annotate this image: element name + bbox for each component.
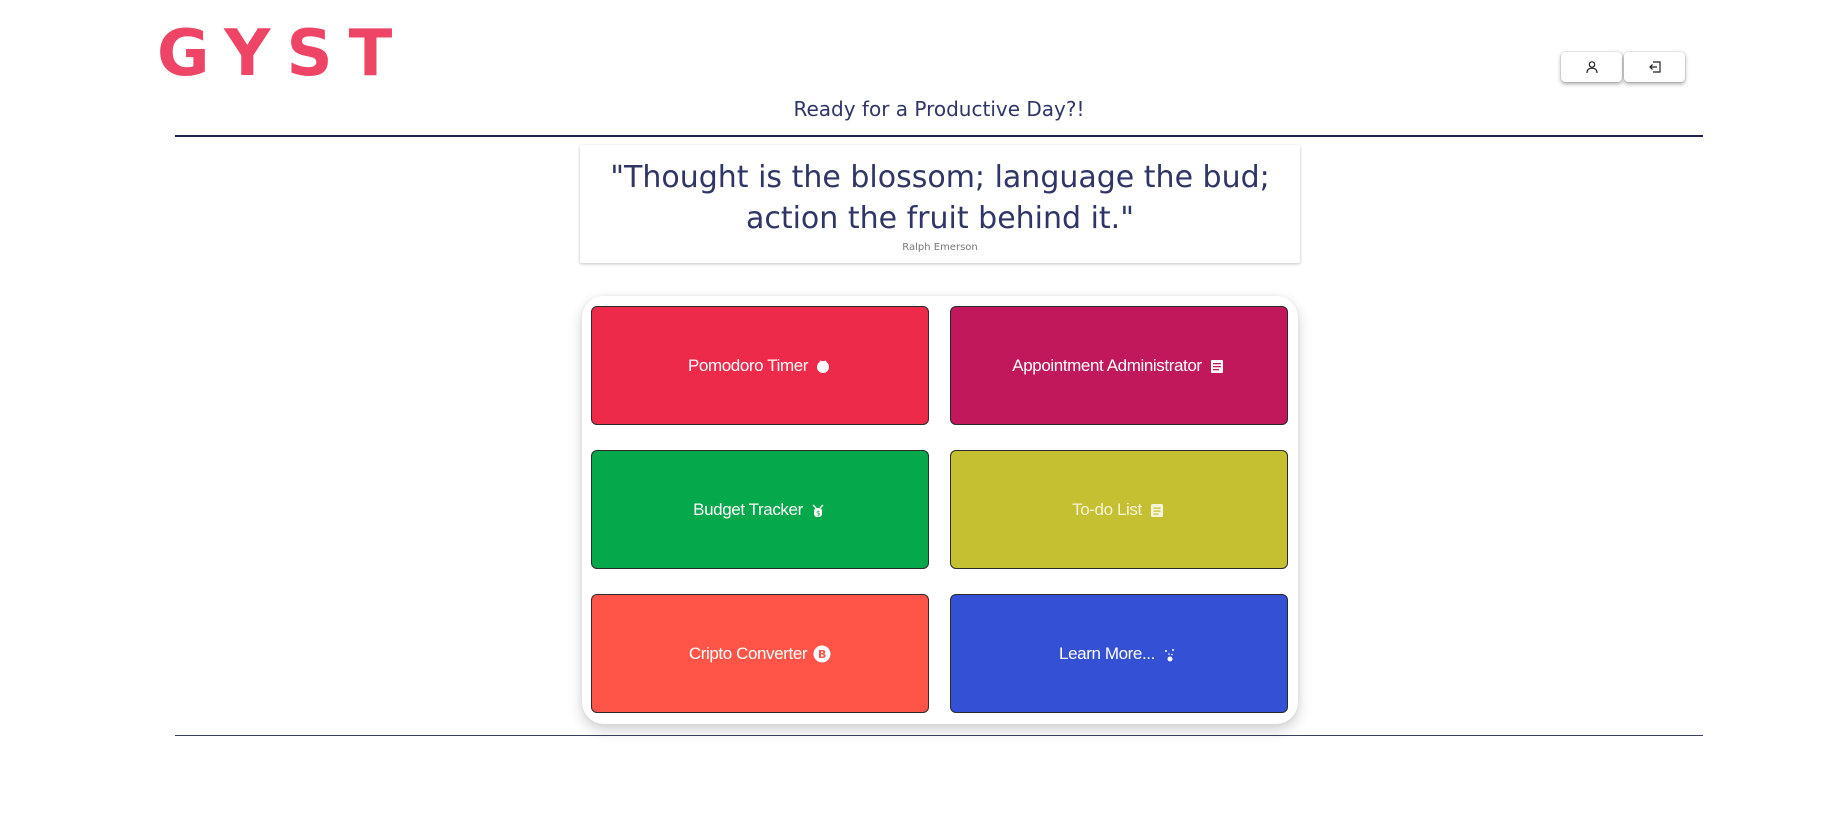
bitcoin-icon: B xyxy=(813,645,831,663)
svg-text:B: B xyxy=(818,648,826,661)
svg-text:$: $ xyxy=(816,509,820,517)
top-actions xyxy=(1561,52,1685,82)
learn-more-tile[interactable]: Learn More... xyxy=(950,594,1288,713)
todo-list-tile[interactable]: To-do List xyxy=(950,450,1288,569)
tile-label: Cripto Converter xyxy=(688,643,808,663)
greeting: Ready for a Productive Day?! xyxy=(793,97,1085,121)
tile-label: Budget Tracker xyxy=(693,499,803,519)
tile-label: Learn More... xyxy=(1059,643,1155,663)
pomodoro-timer-tile[interactable]: Pomodoro Timer xyxy=(591,306,929,425)
profile-button[interactable] xyxy=(1561,52,1622,82)
tile-label: To-do List xyxy=(1072,499,1142,519)
appointment-administrator-tile[interactable]: Appointment Administrator xyxy=(950,306,1288,425)
apps-panel: Pomodoro Timer Appointment Administrator… xyxy=(582,296,1298,724)
logout-icon xyxy=(1648,61,1661,73)
quote-text: "Thought is the blossom; language the bu… xyxy=(610,160,1270,236)
sparkle-icon xyxy=(1161,645,1179,663)
tile-label: Appointment Administrator xyxy=(1012,355,1202,375)
calendar-icon xyxy=(1208,357,1226,375)
money-icon: $ xyxy=(809,501,827,519)
quote-author: Ralph Emerson xyxy=(902,242,978,253)
top-divider xyxy=(175,135,1703,137)
logo[interactable]: GYST xyxy=(157,18,408,90)
budget-tracker-tile[interactable]: Budget Tracker $ xyxy=(591,450,929,569)
bottom-divider xyxy=(175,735,1703,736)
tomato-icon xyxy=(814,357,832,375)
clipboard-icon xyxy=(1148,501,1166,519)
quote-card: "Thought is the blossom; language the bu… xyxy=(580,145,1300,263)
cripto-converter-tile[interactable]: Cripto Converter B xyxy=(591,594,929,713)
logout-button[interactable] xyxy=(1624,52,1685,82)
user-icon xyxy=(1585,61,1598,74)
tile-label: Pomodoro Timer xyxy=(687,355,809,375)
